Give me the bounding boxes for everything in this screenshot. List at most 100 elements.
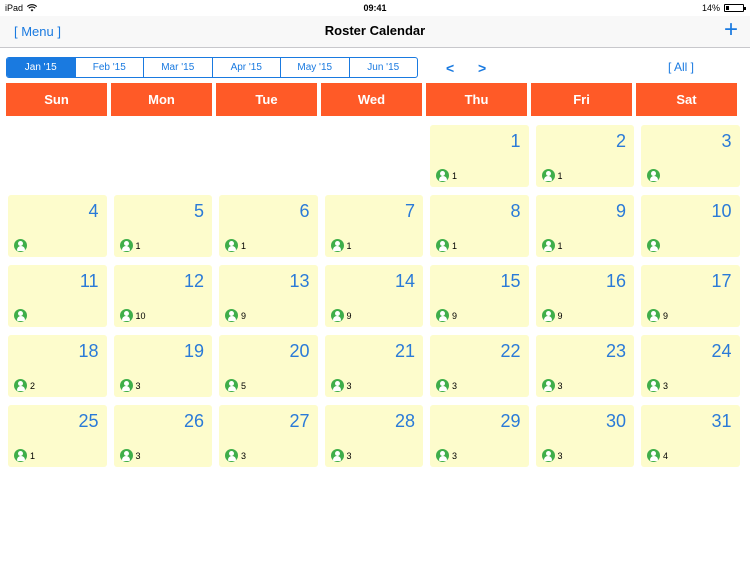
- day-cell[interactable]: 91: [535, 195, 634, 257]
- month-tab[interactable]: Feb '15: [74, 58, 144, 77]
- person-icon: [14, 449, 27, 462]
- calendar-grid: 1 1 2 1 3 4 5 1 6 1 7 1 8 1 9 1 10 11 12 10 13 9 14 9 15 9 16 9 17 9 1…: [8, 125, 748, 467]
- staff-count-badge: 9: [436, 309, 457, 322]
- day-cell[interactable]: 20 5: [219, 335, 318, 397]
- staff-count-badge: 1: [541, 169, 563, 182]
- day-cell[interactable]: 17 9: [641, 265, 740, 327]
- battery-icon: [724, 4, 746, 12]
- month-tab[interactable]: Mar '15: [143, 58, 212, 77]
- staff-count-badge: 3: [330, 449, 352, 462]
- day-cell[interactable]: 21: [535, 125, 634, 187]
- day-number: 5: [193, 201, 204, 221]
- staff-count-badge: 1: [14, 449, 35, 462]
- staff-count-badge: 1: [330, 239, 352, 252]
- battery-percent: 14%: [701, 3, 720, 13]
- staff-count: 1: [241, 240, 247, 251]
- add-button[interactable]: +: [724, 18, 738, 42]
- person-icon: [14, 239, 27, 252]
- month-segmented-control: Jan '15 Feb '15 Mar '15 Apr '15 May '15 Jun '…: [6, 57, 418, 78]
- day-cell[interactable]: 21 3: [324, 335, 423, 397]
- day-cell[interactable]: 61: [219, 195, 318, 257]
- page-title: Roster Calendar: [324, 23, 426, 38]
- day-number: 21: [394, 341, 415, 361]
- day-cell[interactable]: 24 3: [641, 335, 740, 397]
- day-cell[interactable]: 29 3: [430, 405, 529, 467]
- staff-count-badge: 10: [119, 309, 146, 322]
- day-cell[interactable]: 11: [8, 265, 107, 327]
- staff-count: 3: [557, 450, 563, 461]
- day-number: 9: [615, 201, 626, 221]
- day-cell[interactable]: 14 9: [324, 265, 423, 327]
- staff-count: 4: [663, 450, 669, 461]
- day-cell[interactable]: 51: [113, 195, 212, 257]
- empty-day-cell: [325, 125, 424, 187]
- day-cell[interactable]: 28 3: [324, 405, 423, 467]
- staff-count: 3: [452, 450, 458, 461]
- weekday-label: Thu: [426, 83, 527, 116]
- day-number: 25: [78, 411, 99, 431]
- day-cell[interactable]: 31 4: [641, 405, 740, 467]
- person-icon: [119, 309, 133, 322]
- day-cell[interactable]: 25 1: [8, 405, 107, 467]
- person-icon: [330, 449, 344, 462]
- day-number: 12: [183, 271, 204, 291]
- day-cell[interactable]: 12 10: [113, 265, 212, 327]
- weekday-label: Mon: [111, 83, 212, 116]
- day-number: 26: [183, 411, 204, 431]
- day-number: 18: [78, 341, 99, 361]
- staff-count: 3: [663, 380, 669, 391]
- day-cell[interactable]: 30 3: [535, 405, 634, 467]
- day-number: 16: [605, 271, 626, 291]
- next-button[interactable]: >: [478, 60, 486, 76]
- staff-count-badge: 9: [225, 309, 246, 322]
- staff-count: 3: [135, 450, 141, 461]
- staff-count-badge: 1: [436, 169, 457, 182]
- staff-count: 5: [241, 380, 247, 391]
- person-icon: [436, 239, 449, 252]
- person-icon: [330, 379, 344, 392]
- staff-count-badge: [14, 309, 30, 322]
- staff-count-badge: 4: [647, 449, 668, 462]
- day-cell[interactable]: 16 9: [535, 265, 634, 327]
- staff-count-badge: 1: [225, 239, 246, 252]
- day-cell[interactable]: 27 3: [219, 405, 318, 467]
- day-cell[interactable]: 13 9: [219, 265, 318, 327]
- day-number: 19: [183, 341, 204, 361]
- month-tab[interactable]: Jun '15: [348, 58, 418, 77]
- staff-count: 9: [346, 310, 352, 321]
- day-cell[interactable]: 22 3: [430, 335, 529, 397]
- day-cell[interactable]: 81: [430, 195, 529, 257]
- day-cell[interactable]: 23 3: [535, 335, 634, 397]
- day-cell[interactable]: 11: [430, 125, 529, 187]
- staff-count-badge: 1: [436, 239, 457, 252]
- weekday-label: Wed: [321, 83, 422, 116]
- day-number: 31: [711, 411, 732, 431]
- staff-count-badge: 3: [330, 379, 352, 392]
- day-cell[interactable]: 19 3: [113, 335, 212, 397]
- person-icon: [436, 309, 449, 322]
- staff-count-badge: 9: [541, 309, 563, 322]
- month-tab[interactable]: Apr '15: [211, 58, 281, 77]
- staff-count-badge: 3: [225, 449, 246, 462]
- day-cell[interactable]: 15 9: [430, 265, 529, 327]
- staff-count: 3: [346, 380, 352, 391]
- day-number: 30: [605, 411, 626, 431]
- person-icon: [14, 309, 27, 322]
- month-tab[interactable]: Jan '15: [7, 58, 75, 77]
- day-cell[interactable]: 26 3: [113, 405, 212, 467]
- staff-count: 9: [557, 310, 563, 321]
- person-icon: [647, 309, 660, 322]
- previous-button[interactable]: <: [446, 60, 454, 76]
- day-cell[interactable]: 10: [641, 195, 740, 257]
- day-cell[interactable]: 4: [8, 195, 107, 257]
- staff-count: 9: [241, 310, 247, 321]
- day-cell[interactable]: 71: [324, 195, 423, 257]
- month-tab[interactable]: May '15: [280, 58, 349, 77]
- staff-count-badge: 3: [436, 449, 457, 462]
- staff-count-badge: 1: [541, 239, 563, 252]
- day-cell[interactable]: 3: [641, 125, 740, 187]
- weekday-header: Sun Mon Tue Wed Thu Fri Sat: [6, 83, 746, 116]
- all-button[interactable]: [ All ]: [668, 60, 694, 74]
- person-icon: [541, 309, 555, 322]
- day-cell[interactable]: 18 2: [8, 335, 107, 397]
